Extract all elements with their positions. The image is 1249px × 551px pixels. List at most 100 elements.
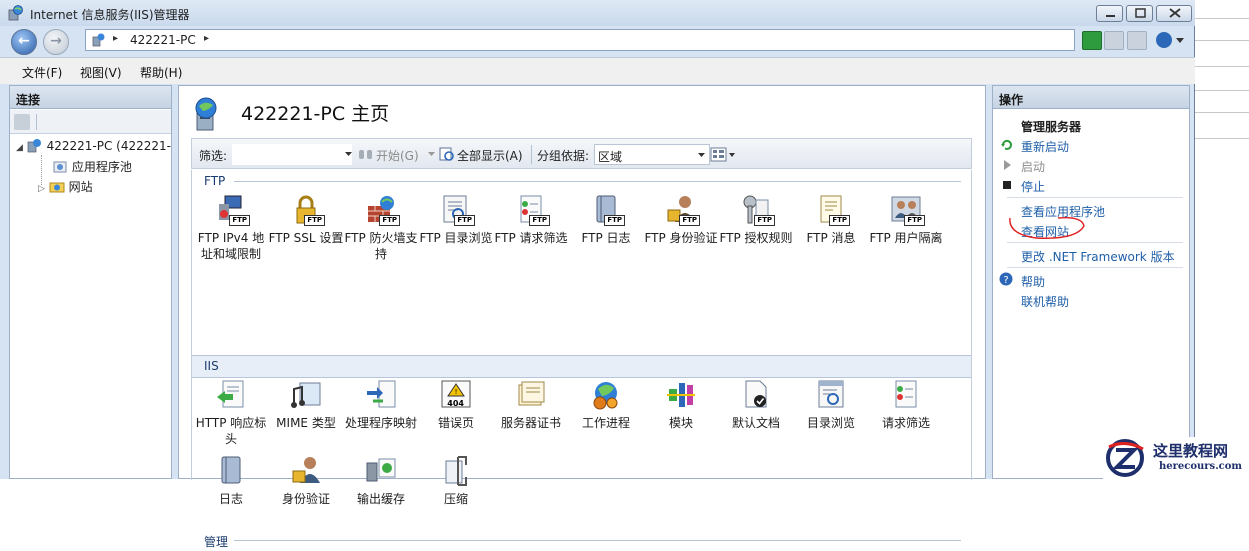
- server-icon: [27, 139, 41, 153]
- ftp-badge: FTP: [229, 215, 250, 226]
- ftp-group-header[interactable]: FTP: [192, 171, 971, 192]
- request-filter-icon: FTP: [515, 194, 550, 226]
- actions-divider: [1007, 267, 1183, 268]
- feature-compression[interactable]: 压缩: [418, 455, 494, 507]
- feature-http-headers[interactable]: HTTP 响应标头: [193, 379, 269, 447]
- iis-group-header[interactable]: IIS: [192, 355, 971, 378]
- actions-header: 操作: [992, 85, 1190, 109]
- restart-icon: [1001, 139, 1012, 150]
- user-lock-icon: [290, 455, 322, 487]
- feature-ftp-dir-browse[interactable]: FTP FTP 目录浏览: [418, 194, 494, 246]
- help-icon[interactable]: [1156, 32, 1172, 48]
- stop-link[interactable]: 停止: [1021, 178, 1045, 195]
- server-large-icon: [195, 97, 217, 131]
- back-button[interactable]: ←: [11, 29, 37, 55]
- home-icon[interactable]: [1127, 31, 1147, 50]
- filter-input[interactable]: [232, 144, 352, 165]
- feature-label: 压缩: [443, 492, 468, 506]
- feature-ftp-firewall[interactable]: FTP FTP 防火墙支持: [343, 194, 419, 262]
- chevron-down-icon[interactable]: [1176, 38, 1184, 44]
- feature-ftp-request-filter[interactable]: FTP FTP 请求筛选: [493, 194, 569, 246]
- restart-link[interactable]: 重新启动: [1021, 138, 1069, 155]
- feature-ftp-messages[interactable]: FTP FTP 消息: [793, 194, 869, 246]
- feature-label: 日志: [218, 492, 243, 506]
- address-bar[interactable]: ▸ 422221-PC ▸: [85, 29, 1075, 51]
- toolbar-divider: [36, 114, 37, 130]
- ftp-badge: FTP: [754, 215, 775, 226]
- connect-icon[interactable]: [14, 114, 30, 130]
- help-link[interactable]: 帮助: [1021, 273, 1045, 290]
- firewall-icon: FTP: [365, 194, 400, 226]
- feature-default-document[interactable]: 默认文档: [718, 379, 794, 431]
- strip-line: [1195, 18, 1249, 19]
- view-mode-icon[interactable]: [710, 147, 736, 162]
- feature-modules[interactable]: 模块: [643, 379, 719, 431]
- feature-label: 请求筛选: [881, 416, 930, 430]
- annotation-circle: [1009, 216, 1085, 239]
- show-all-icon[interactable]: [439, 146, 455, 162]
- feature-label: FTP 防火墙支持: [344, 231, 418, 261]
- tree-node-server[interactable]: ◢ 422221-PC (422221-: [16, 138, 171, 153]
- close-button[interactable]: [1156, 5, 1192, 22]
- actions-divider: [1007, 197, 1183, 198]
- app-pool-icon: [53, 161, 67, 173]
- help-icon: ?: [999, 272, 1013, 286]
- svg-text:!: !: [455, 388, 458, 396]
- breadcrumb-item[interactable]: 422221-PC: [130, 33, 196, 47]
- show-all-button[interactable]: 全部显示(A): [457, 147, 523, 164]
- connections-toolbar: [10, 110, 171, 134]
- chevron-down-icon[interactable]: [428, 152, 435, 157]
- feature-ftp-user-isolation[interactable]: FTP FTP 用户隔离: [868, 194, 944, 246]
- refresh-icon[interactable]: [1082, 31, 1102, 50]
- watermark: 这里教程网 herecours.com: [1103, 437, 1249, 479]
- feature-ftp-log[interactable]: FTP FTP 日志: [568, 194, 644, 246]
- chevron-down-icon[interactable]: [345, 152, 352, 157]
- forward-button[interactable]: →: [43, 29, 69, 55]
- group-by-select[interactable]: 区域: [594, 144, 710, 165]
- feature-error-pages[interactable]: ! 404 错误页: [418, 379, 494, 431]
- feature-ftp-ssl[interactable]: FTP FTP SSL 设置: [268, 194, 344, 246]
- feature-mime-types[interactable]: MIME 类型: [268, 379, 344, 431]
- connections-title: 连接: [16, 93, 41, 107]
- tree-node-sites[interactable]: ▷ 网站: [38, 178, 93, 195]
- user-isolation-icon: FTP: [890, 194, 925, 226]
- forward-arrow-icon: →: [50, 33, 62, 49]
- error-page-icon: ! 404: [440, 379, 472, 411]
- feature-server-certificates[interactable]: 服务器证书: [493, 379, 569, 431]
- breadcrumb-separator-icon[interactable]: ▸: [204, 33, 209, 44]
- maximize-button[interactable]: [1126, 5, 1153, 22]
- tree-label: 应用程序池: [71, 160, 132, 174]
- strip-line: [1195, 138, 1249, 139]
- menu-file[interactable]: 文件(F): [22, 64, 62, 81]
- feature-worker-processes[interactable]: 工作进程: [568, 379, 644, 431]
- feature-logging[interactable]: 日志: [193, 455, 269, 507]
- feature-request-filtering[interactable]: 请求筛选: [868, 379, 944, 431]
- start-button[interactable]: 开始(G): [376, 147, 419, 164]
- title-bar: Internet 信息服务(IIS)管理器: [0, 0, 1195, 26]
- strip-line: [1195, 66, 1249, 67]
- menu-help[interactable]: 帮助(H): [140, 64, 182, 81]
- binoculars-icon[interactable]: [358, 146, 374, 162]
- feature-authentication[interactable]: 身份验证: [268, 455, 344, 507]
- tree-expand-icon[interactable]: ▷: [38, 184, 45, 194]
- feature-ftp-authorization[interactable]: FTP FTP 授权规则: [718, 194, 794, 246]
- breadcrumb-separator-icon[interactable]: ▸: [113, 33, 118, 44]
- start-link[interactable]: 启动: [1021, 158, 1045, 175]
- feature-ftp-ipv4[interactable]: FTP FTP IPv4 地址和域限制: [193, 194, 269, 262]
- menu-view[interactable]: 视图(V): [80, 64, 122, 81]
- tree-node-app-pools[interactable]: 应用程序池: [52, 158, 132, 175]
- feature-output-caching[interactable]: 输出缓存: [343, 455, 419, 507]
- feature-handler-mappings[interactable]: 处理程序映射: [343, 379, 419, 431]
- online-help-link[interactable]: 联机帮助: [1021, 293, 1069, 310]
- group-divider: [234, 181, 961, 182]
- change-net-version-link[interactable]: 更改 .NET Framework 版本: [1021, 248, 1175, 265]
- stop-icon[interactable]: [1104, 31, 1124, 50]
- manage-group-header[interactable]: 管理: [192, 530, 971, 551]
- menu-bar: 文件(F) 视图(V) 帮助(H): [0, 57, 1195, 84]
- minimize-button[interactable]: [1096, 5, 1123, 22]
- group-by-label: 分组依据:: [537, 149, 590, 163]
- feature-directory-browsing[interactable]: 目录浏览: [793, 379, 869, 431]
- feature-ftp-auth[interactable]: FTP FTP 身份验证: [643, 194, 719, 246]
- feature-label: HTTP 响应标头: [195, 416, 267, 446]
- tree-expand-icon[interactable]: ◢: [16, 143, 23, 153]
